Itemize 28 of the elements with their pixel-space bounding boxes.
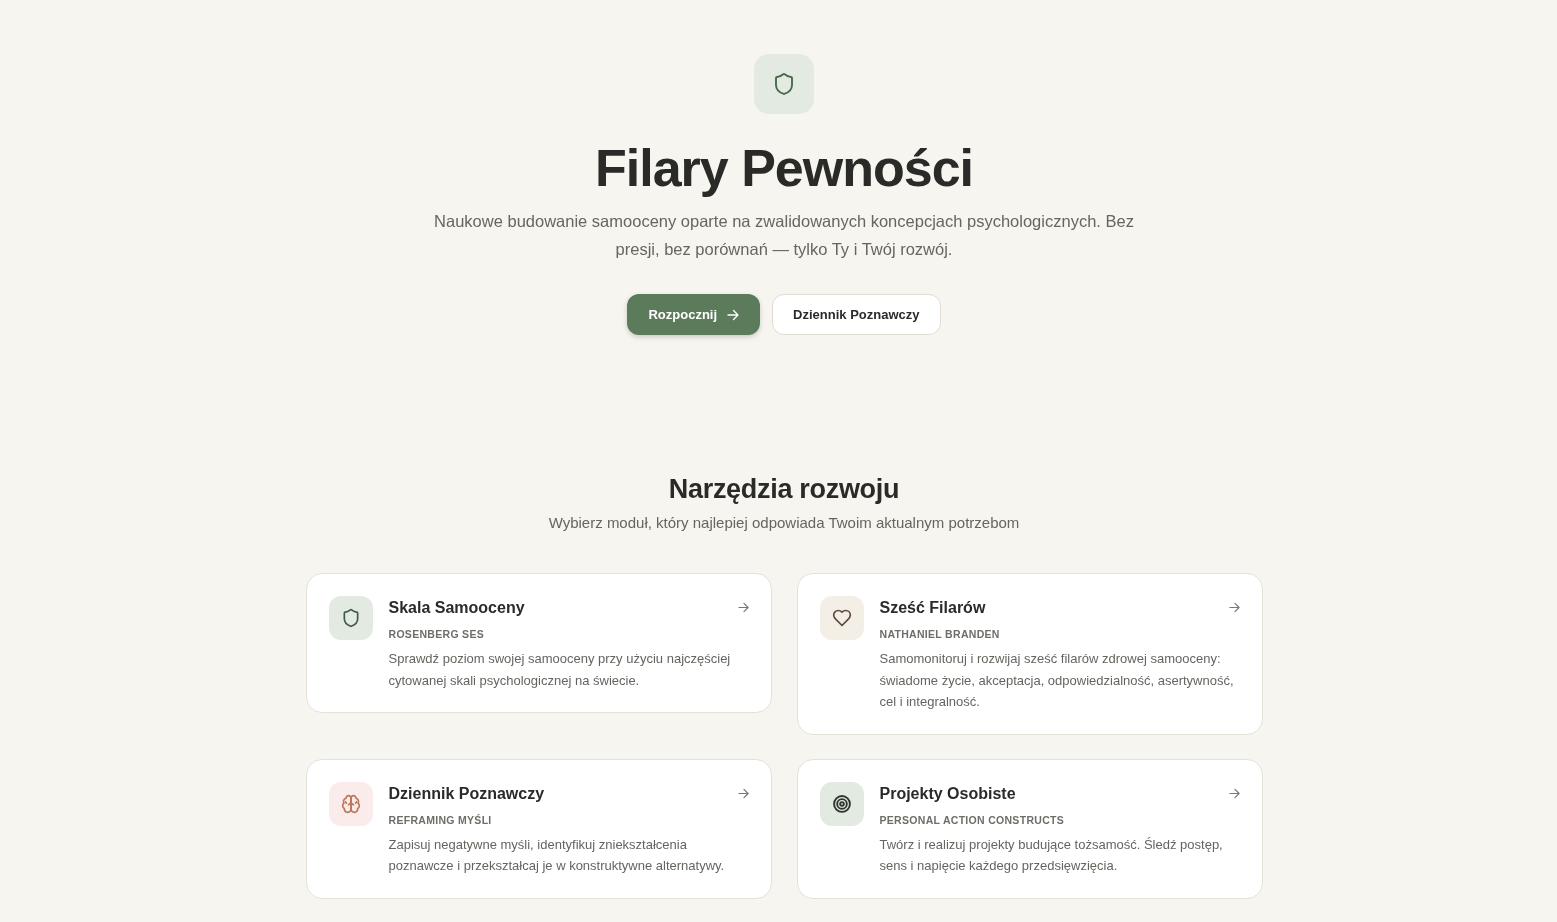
card-title: Sześć Filarów	[879, 598, 986, 618]
card-tag: REFRAMING MYŚLI	[388, 811, 749, 828]
module-card[interactable]: Dziennik Poznawczy REFRAMING MYŚLI Zapisuj negatywne myśli, identyfikuj zniekształcenia poznawcze i przekształcaj je w konstruktywne alternatywy.	[305, 758, 772, 899]
shield-icon	[754, 54, 814, 114]
arrow-right-icon	[1228, 787, 1240, 799]
arrow-right-icon	[1228, 602, 1240, 613]
card-description: Zapisuj negatywne myśli, identyfikuj zniekształcenia poznawcze i przekształcaj je w konstruktywne alternatywy.	[388, 835, 726, 875]
card-title: Skala Samooceny	[388, 598, 525, 618]
module-card[interactable]: Skala Samooceny ROSENBERG SES Sprawdź poziom swojej samooceny przy użyciu najczęściej cytowanej skali psychologicznej na świecie.	[305, 573, 772, 713]
arrow-right-icon	[737, 787, 749, 799]
card-description: Twórz i realizuj projekty budujące tożsamość. Śledź postęp, sens i napięcie każdego przedsięwzięcia.	[879, 835, 1224, 875]
arrow-right-icon	[737, 602, 749, 613]
card-title: Dziennik Poznawczy	[388, 783, 545, 804]
section-subtitle: Wybierz moduł, który najlepiej odpowiada Twoim aktualnym potrzebom	[548, 513, 1020, 533]
card-description: Sprawdź poziom swojej samooceny przy użyciu najczęściej cytowanej skali psychologicznej na świecie.	[388, 650, 732, 690]
module-card[interactable]: Sześć Filarów NATHANIEL BRANDEN Samomonitoruj i rozwijaj sześć filarów zdrowej samooceny: świadome życie, akceptacja, odpowiedzialność, asertywność, cel i integralność.	[796, 573, 1263, 735]
card-title: Projekty Osobiste	[879, 783, 1016, 804]
module-card[interactable]: Projekty Osobiste PERSONAL ACTION CONSTRUCTS Twórz i realizuj projekty budujące tożsamość. Śledź postęp, sens i napięcie każdego przedsięwzięcia.	[796, 758, 1263, 899]
journal-button[interactable]: Dziennik Poznawczy	[772, 294, 941, 335]
arrow-right-icon	[727, 308, 740, 321]
section-title: Narzędzia rozwoju	[668, 473, 900, 506]
card-description: Samomonitoruj i rozwijaj sześć filarów zdrowej samooceny: świadome życie, akceptacja, odpowiedzialność, asertywność, cel i integralność.	[879, 650, 1235, 711]
hero-subtitle: Naukowe budowanie samooceny oparte na zwalidowanych koncepcjach psychologicznych. Bez presji, bez porównań — tylko Ty i Twój rozwój.	[433, 211, 1135, 260]
card-tag: PERSONAL ACTION CONSTRUCTS	[879, 811, 1240, 828]
hero-title: Filary Pewności	[594, 138, 973, 199]
card-tag: NATHANIEL BRANDEN	[879, 626, 1240, 642]
card-tag: ROSENBERG SES	[388, 626, 749, 642]
start-button[interactable]: Rozpocznij	[627, 294, 761, 335]
